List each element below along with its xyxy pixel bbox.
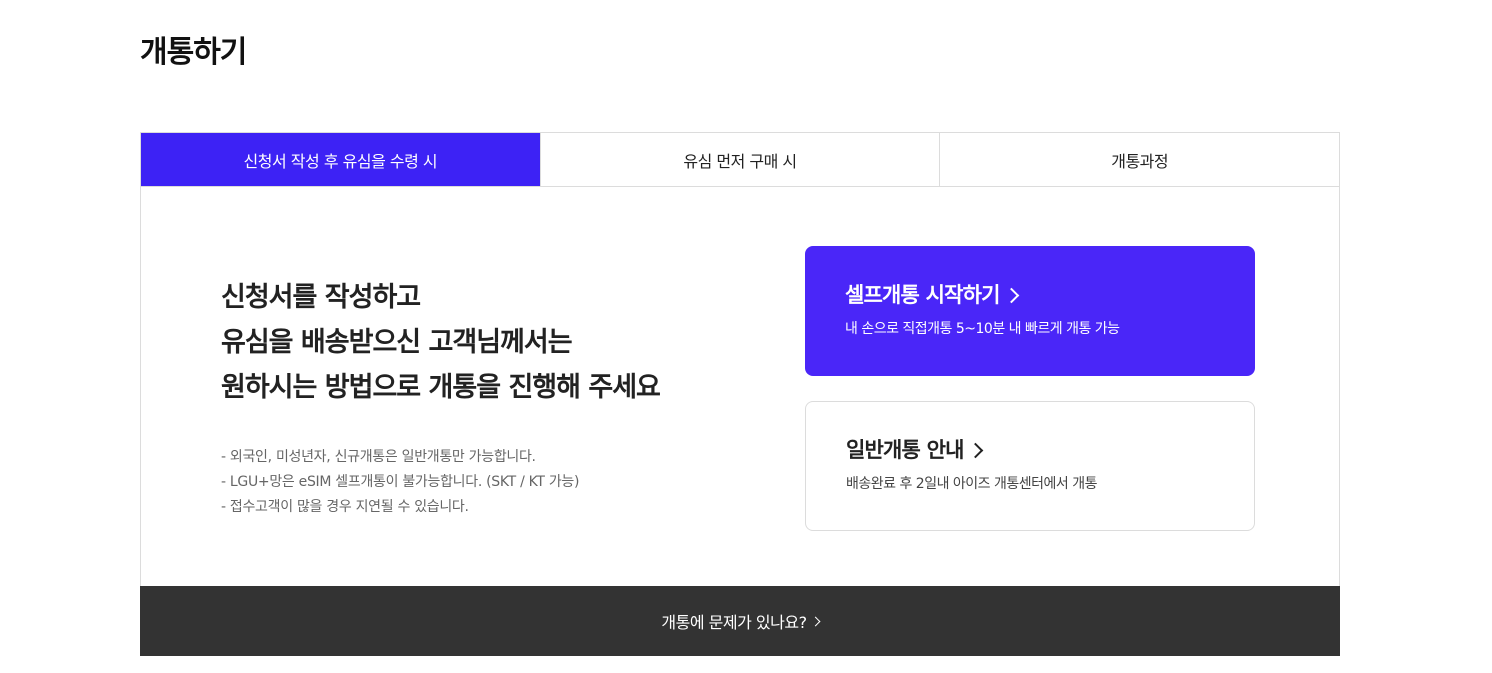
- notice-list: - 외국인, 미성년자, 신규개통은 일반개통만 가능합니다. - LGU+망은…: [221, 445, 579, 520]
- notice-item: - LGU+망은 eSIM 셀프개통이 불가능합니다. (SKT / KT 가능…: [221, 474, 580, 490]
- help-bar-label: 개통에 문제가 있나요?: [661, 613, 807, 632]
- tab-bar: 신청서 작성 후 유심을 수령 시 유심 먼저 구매 시 개통과정: [140, 132, 1340, 186]
- headline-line: 원하시는 방법으로 개통을 진행해 주세요: [221, 372, 661, 403]
- self-activation-title: 셀프개통 시작하기: [845, 280, 1215, 310]
- headline-line: 유심을 배송받으신 고객님께서는: [221, 327, 573, 358]
- chevron-right-icon: [967, 442, 983, 459]
- headline: 신청서를 작성하고 유심을 배송받으신 고객님께서는 원하시는 방법으로 개통을…: [221, 275, 661, 410]
- notice-item: - 외국인, 미성년자, 신규개통은 일반개통만 가능합니다.: [221, 449, 536, 465]
- self-activation-title-text: 셀프개통 시작하기: [845, 283, 1000, 307]
- general-activation-card[interactable]: 일반개통 안내 배송완료 후 2일내 아이즈 개통센터에서 개통: [805, 401, 1255, 531]
- general-activation-title: 일반개통 안내: [846, 435, 1214, 465]
- self-activation-desc: 내 손으로 직접개통 5~10분 내 빠르게 개통 가능: [845, 321, 1120, 337]
- chevron-right-icon: [1003, 287, 1019, 304]
- tab-apply-then-receive[interactable]: 신청서 작성 후 유심을 수령 시: [141, 133, 541, 186]
- general-activation-desc: 배송완료 후 2일내 아이즈 개통센터에서 개통: [846, 476, 1098, 492]
- self-activation-card[interactable]: 셀프개통 시작하기 내 손으로 직접개통 5~10분 내 빠르게 개통 가능: [805, 246, 1255, 376]
- general-activation-title-text: 일반개통 안내: [846, 438, 964, 462]
- notice-item: - 접수고객이 많을 경우 지연될 수 있습니다.: [221, 499, 469, 515]
- page-title: 개통하기: [140, 35, 247, 70]
- help-bar-button[interactable]: 개통에 문제가 있나요?: [140, 586, 1340, 656]
- tab-activation-process[interactable]: 개통과정: [940, 133, 1340, 186]
- chevron-right-icon: [810, 616, 821, 626]
- content-panel: 신청서를 작성하고 유심을 배송받으신 고객님께서는 원하시는 방법으로 개통을…: [140, 186, 1340, 586]
- tab-buy-sim-first[interactable]: 유심 먼저 구매 시: [540, 133, 941, 186]
- headline-line: 신청서를 작성하고: [221, 282, 421, 313]
